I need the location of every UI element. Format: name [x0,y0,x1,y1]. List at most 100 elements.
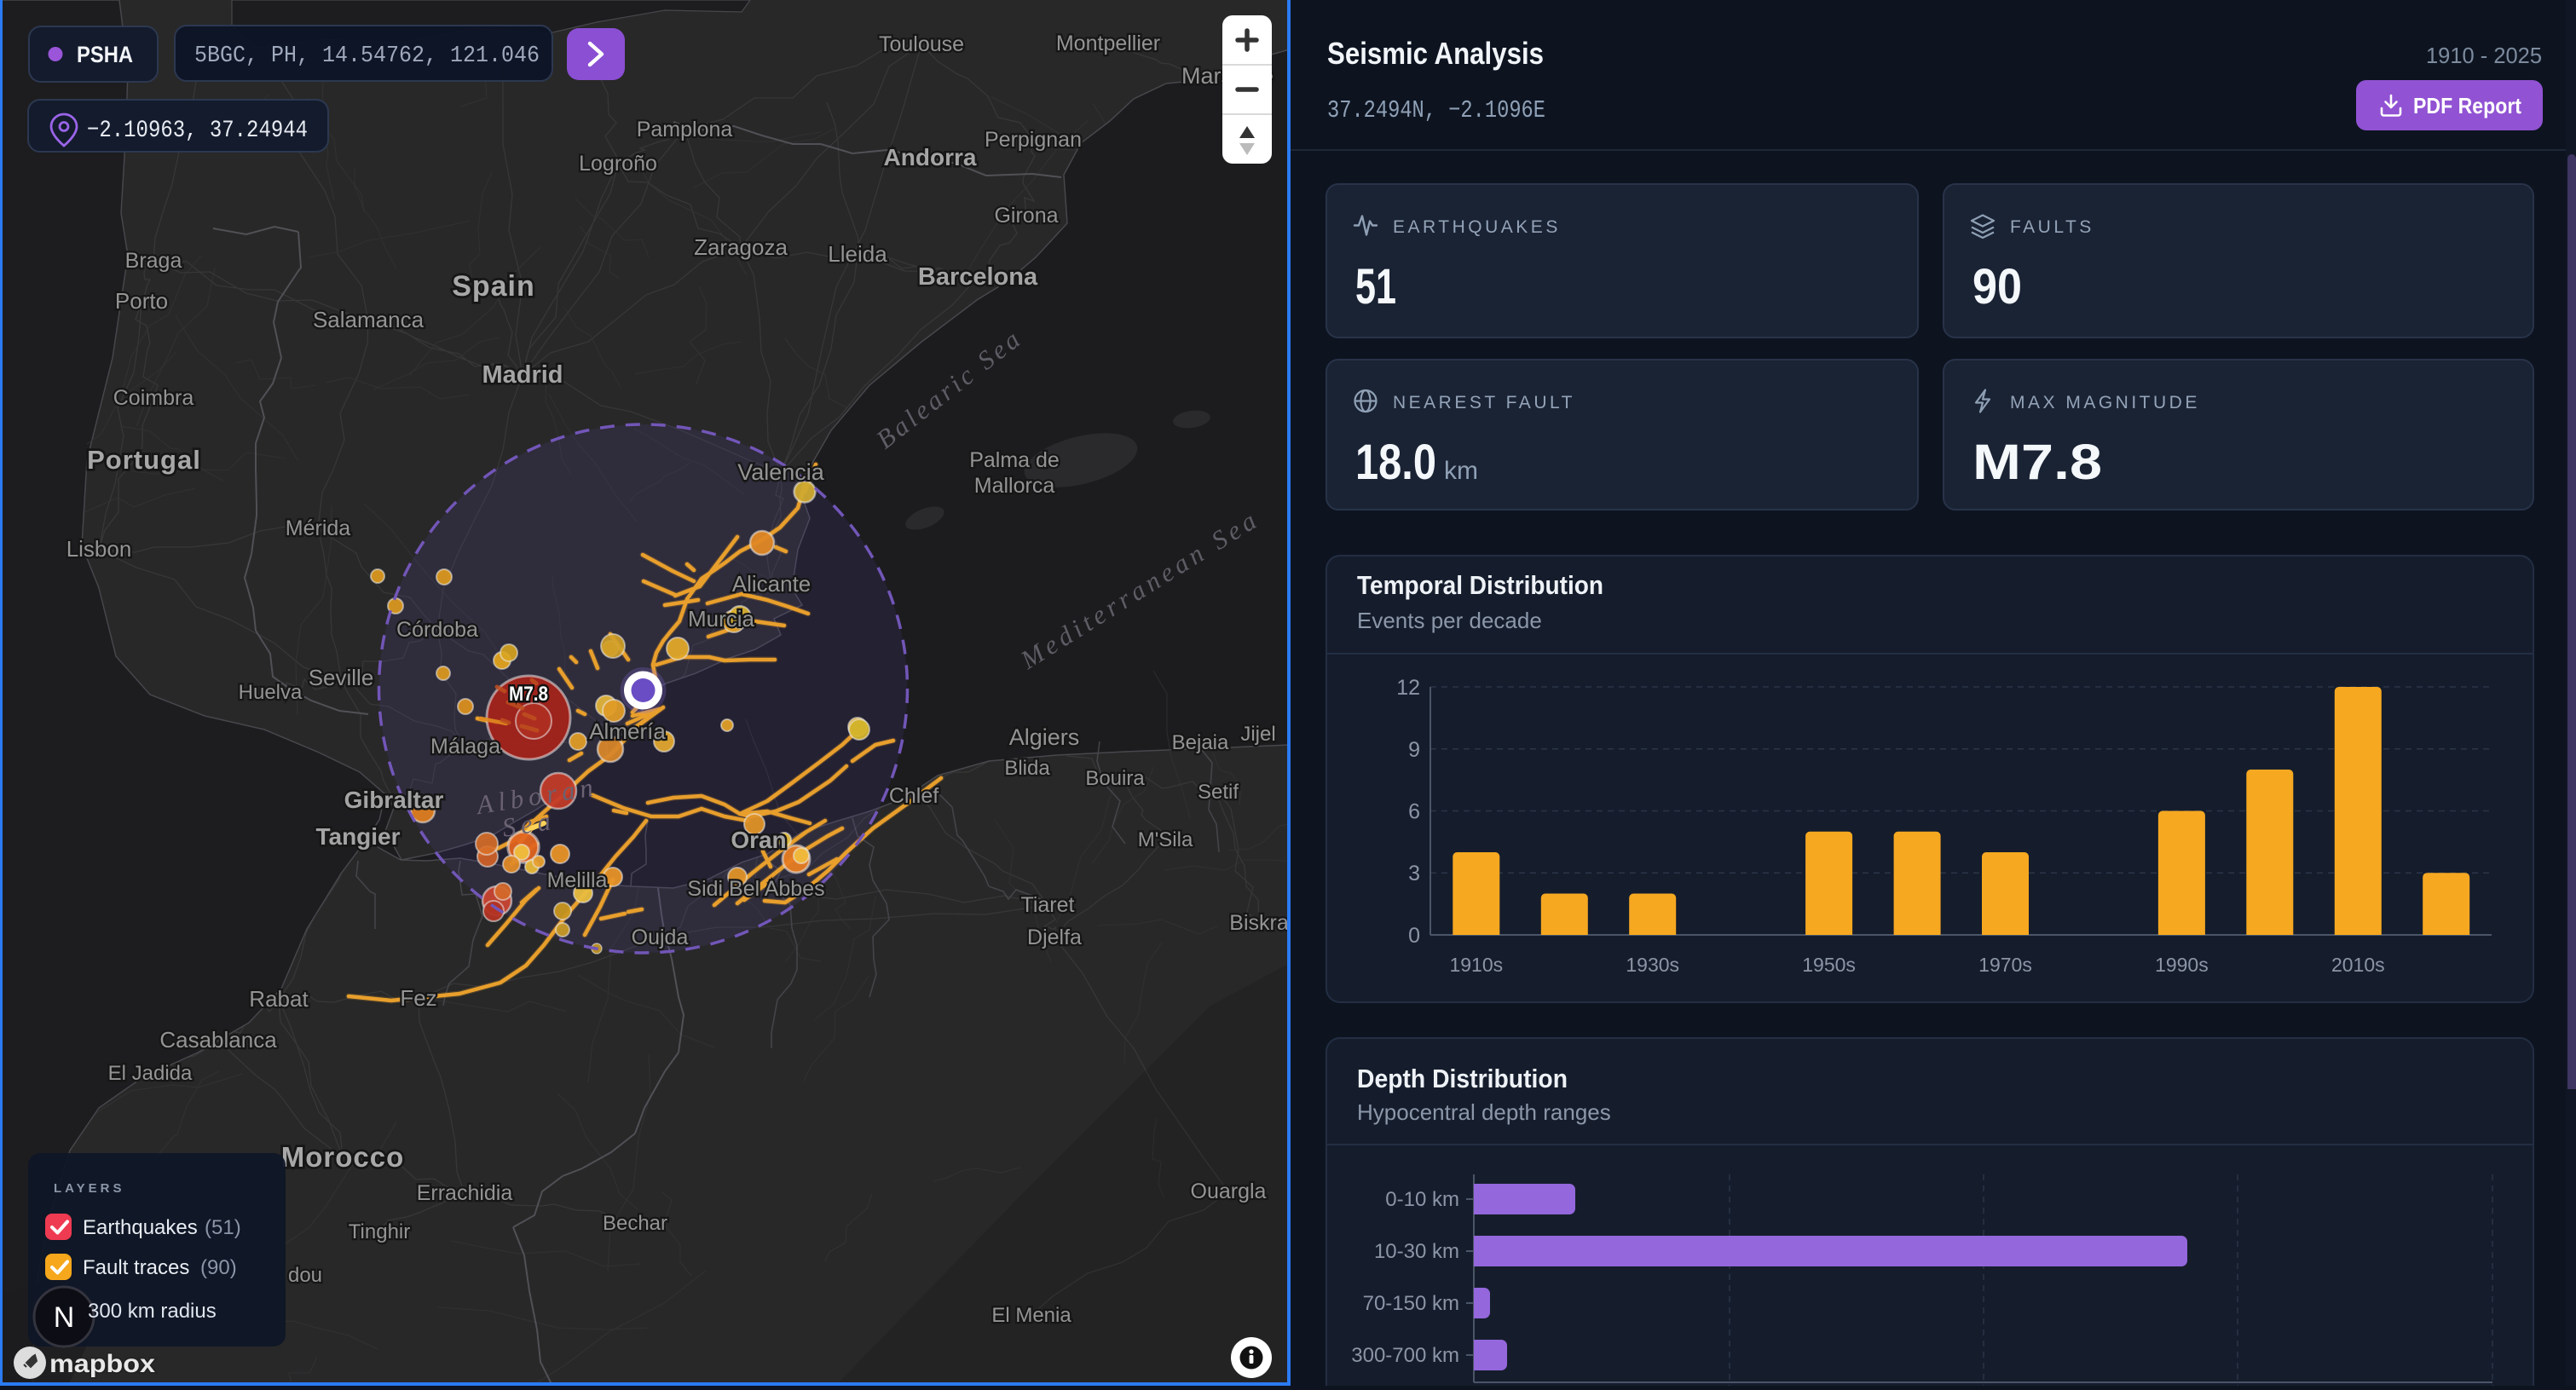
svg-text:1970s: 1970s [1978,954,2032,976]
svg-text:Bouira: Bouira [1085,767,1145,790]
svg-text:Bejaia: Bejaia [1172,731,1229,754]
svg-text:Spain: Spain [452,270,535,303]
svg-text:Casablanca: Casablanca [159,1027,277,1053]
svg-text:Oujda: Oujda [632,926,689,949]
svg-text:Tangier: Tangier [315,823,400,850]
svg-text:Errachidia: Errachidia [417,1181,513,1205]
svg-text:18.0: 18.0 [1355,435,1436,490]
svg-text:(51): (51) [205,1216,241,1239]
svg-text:6: 6 [1408,800,1420,824]
svg-text:Fez: Fez [400,985,436,1011]
svg-text:Algiers: Algiers [1009,724,1080,750]
svg-text:Logroño: Logroño [579,152,657,176]
svg-text:Barcelona: Barcelona [918,263,1038,291]
svg-text:Almería: Almería [589,718,666,744]
svg-text:dou: dou [288,1264,322,1287]
svg-text:FAULTS: FAULTS [2010,217,2094,237]
svg-text:Rabat: Rabat [249,986,309,1012]
svg-text:Sidi Bel Abbes: Sidi Bel Abbes [687,877,824,901]
svg-text:Temporal Distribution: Temporal Distribution [1357,570,1603,600]
svg-text:NEAREST FAULT: NEAREST FAULT [1393,393,1575,412]
svg-text:Málaga: Málaga [430,735,500,758]
svg-text:Córdoba: Córdoba [396,618,478,642]
svg-text:Huelva: Huelva [239,681,303,704]
svg-text:Chlef: Chlef [889,784,939,808]
svg-text:Earthquakes: Earthquakes [83,1216,198,1239]
svg-text:3: 3 [1408,862,1420,885]
svg-text:Blida: Blida [1004,757,1050,780]
svg-text:Alicante: Alicante [732,571,811,597]
svg-text:Toulouse: Toulouse [879,32,964,56]
svg-text:Girona: Girona [994,204,1058,228]
svg-text:El Menia: El Menia [991,1304,1071,1327]
svg-text:Setif: Setif [1198,781,1239,804]
svg-text:Tiaret: Tiaret [1021,893,1075,917]
svg-text:90: 90 [1972,259,2022,314]
svg-text:Mérida: Mérida [286,516,351,540]
svg-text:Seismic Analysis: Seismic Analysis [1327,36,1544,71]
svg-text:Depth Distribution: Depth Distribution [1357,1064,1568,1093]
svg-text:Tinghir: Tinghir [349,1220,410,1243]
svg-text:Murcia: Murcia [688,606,755,632]
svg-text:M7.8: M7.8 [1972,435,2102,490]
svg-text:Gibraltar: Gibraltar [344,787,444,813]
svg-text:PDF Report: PDF Report [2413,93,2521,118]
svg-text:Fault traces: Fault traces [83,1256,189,1279]
svg-text:Oran: Oran [731,827,786,853]
svg-text:Coimbra: Coimbra [113,386,194,410]
svg-text:Mallorca: Mallorca [974,474,1055,498]
svg-text:MAX MAGNITUDE: MAX MAGNITUDE [2010,393,2200,412]
svg-text:300 km radius: 300 km radius [88,1300,217,1323]
svg-text:Lisbon: Lisbon [66,536,132,562]
svg-text:Montpellier: Montpellier [1056,32,1160,55]
svg-text:Morocco: Morocco [281,1141,405,1173]
svg-text:km: km [1444,457,1478,485]
svg-text:EARTHQUAKES: EARTHQUAKES [1393,217,1561,237]
svg-text:Porto: Porto [115,288,168,314]
svg-text:Ouargla: Ouargla [1191,1179,1267,1203]
svg-text:Pamplona: Pamplona [637,118,733,141]
svg-text:Biskra: Biskra [1229,911,1289,935]
svg-text:Seville: Seville [309,665,374,690]
svg-text:70-150 km: 70-150 km [1363,1292,1459,1315]
svg-text:0-10 km: 0-10 km [1385,1188,1459,1211]
svg-text:0: 0 [1408,924,1420,948]
svg-text:mapbox: mapbox [49,1350,155,1378]
svg-text:Portugal: Portugal [87,445,201,475]
svg-text:37.2494N, −2.1096E: 37.2494N, −2.1096E [1327,96,1545,124]
svg-text:Melilla: Melilla [547,868,608,892]
svg-text:Perpignan: Perpignan [985,128,1082,152]
svg-text:M'Sila: M'Sila [1138,828,1193,851]
svg-text:12: 12 [1396,676,1420,700]
svg-text:Madrid: Madrid [482,361,563,389]
svg-text:Hypocentral depth ranges: Hypocentral depth ranges [1357,1099,1611,1125]
svg-text:Djelfa: Djelfa [1027,926,1082,949]
svg-text:Palma de: Palma de [969,448,1060,472]
svg-text:El Jadida: El Jadida [108,1062,193,1085]
svg-text:N: N [54,1301,75,1334]
svg-text:Lleida: Lleida [828,241,887,267]
svg-text:1910s: 1910s [1449,954,1503,976]
svg-text:9: 9 [1408,738,1420,762]
svg-text:Zaragoza: Zaragoza [694,234,788,260]
svg-text:Braga: Braga [125,249,182,273]
svg-text:300-700 km: 300-700 km [1351,1344,1459,1367]
svg-text:2010s: 2010s [2331,954,2385,976]
svg-text:Valencia: Valencia [737,459,825,485]
svg-text:Bechar: Bechar [603,1212,667,1235]
svg-text:Salamanca: Salamanca [313,307,425,332]
svg-text:−2.10963, 37.24944: −2.10963, 37.24944 [87,118,308,144]
svg-text:PSHA: PSHA [77,42,133,67]
svg-text:5BGC, PH, 14.54762, 121.046: 5BGC, PH, 14.54762, 121.046 [194,43,540,69]
svg-text:10-30 km: 10-30 km [1374,1240,1459,1263]
svg-text:1990s: 1990s [2155,954,2209,976]
svg-text:1950s: 1950s [1802,954,1856,976]
svg-text:LAYERS: LAYERS [54,1181,124,1196]
svg-text:Jijel: Jijel [1240,723,1275,746]
svg-text:M7.8: M7.8 [509,683,548,706]
svg-text:(90): (90) [200,1256,237,1279]
svg-text:1930s: 1930s [1626,954,1679,976]
svg-text:1910 - 2025: 1910 - 2025 [2426,43,2542,68]
svg-text:51: 51 [1355,259,1396,314]
svg-text:Events per decade: Events per decade [1357,608,1542,633]
